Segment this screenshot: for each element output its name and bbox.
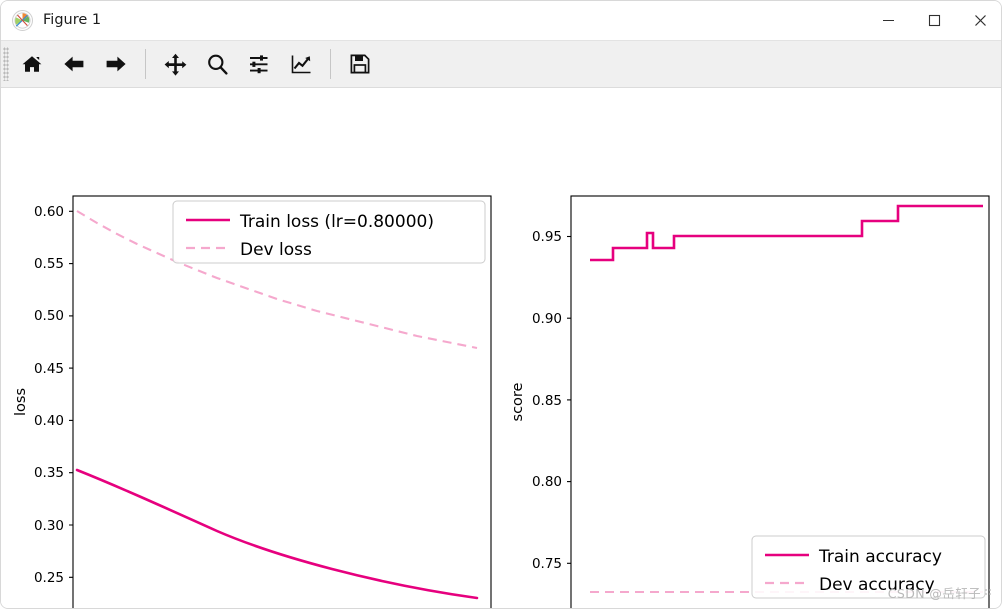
zoom-magnifier-icon[interactable] [196,44,238,84]
figure-window: Figure 1 0.60 0.55 0.50 0.45 0.40 0.35 0… [0,0,1002,609]
train-loss-line [75,468,479,600]
score-ytick-label: 0.75 [532,556,562,572]
loss-ytick-label: 0.50 [34,308,64,324]
loss-ytick-label: 0.45 [34,361,64,377]
loss-ytick-label: 0.35 [34,465,64,481]
score-ytick-label: 0.90 [532,311,562,327]
score-y-ticks: 0.95 0.90 0.85 0.80 0.75 [532,229,571,572]
save-floppy-icon[interactable] [339,44,381,84]
subplot-sliders-icon[interactable] [238,44,280,84]
forward-arrow-icon[interactable] [95,44,137,84]
matplotlib-figure: 0.60 0.55 0.50 0.45 0.40 0.35 0.30 0.25 [13,195,990,608]
back-arrow-icon[interactable] [53,44,95,84]
score-ytick-label: 0.80 [532,474,562,490]
navigation-toolbar [1,40,1001,88]
loss-ytick-label: 0.25 [34,570,64,586]
window-controls [865,1,1001,39]
loss-ytick-label: 0.55 [34,256,64,272]
watermark-dots-icon [984,588,993,597]
legend-train-accuracy-label: Train accuracy [818,547,942,567]
legend-dev-loss-label: Dev loss [240,240,312,260]
maximize-button[interactable] [911,1,957,39]
loss-legend[interactable]: Train loss (lr=0.80000) Dev loss [172,200,486,264]
score-plot: 0.95 0.90 0.85 0.80 0.75 score Train acc… [510,195,990,608]
matplotlib-icon [12,9,33,31]
toolbar-separator [330,49,331,79]
home-icon[interactable] [11,44,53,84]
toolbar-separator [145,49,146,79]
toolbar-grip[interactable] [3,47,9,81]
score-ytick-label: 0.95 [532,229,562,245]
loss-ytick-label: 0.30 [34,518,64,534]
pan-move-icon[interactable] [154,44,196,84]
figure-canvas[interactable]: 0.60 0.55 0.50 0.45 0.40 0.35 0.30 0.25 [1,89,1001,608]
loss-yaxis-label: loss [13,388,29,416]
loss-y-ticks: 0.60 0.55 0.50 0.45 0.40 0.35 0.30 0.25 [34,204,73,586]
score-yaxis-label: score [510,382,526,421]
watermark-text: CSDN @岳轩子 [887,586,981,601]
loss-ytick-label: 0.40 [34,413,64,429]
minimize-button[interactable] [865,1,911,39]
window-title: Figure 1 [43,12,102,28]
title-bar: Figure 1 [1,1,1001,39]
edit-curve-icon[interactable] [280,44,322,84]
score-ytick-label: 0.85 [532,393,562,409]
legend-train-loss-label: Train loss (lr=0.80000) [239,212,434,232]
close-button[interactable] [957,1,1001,39]
loss-plot: 0.60 0.55 0.50 0.45 0.40 0.35 0.30 0.25 [13,195,492,608]
csdn-watermark: CSDN @岳轩子 [888,583,993,602]
train-accuracy-line [590,204,983,262]
loss-ytick-label: 0.60 [34,204,64,220]
